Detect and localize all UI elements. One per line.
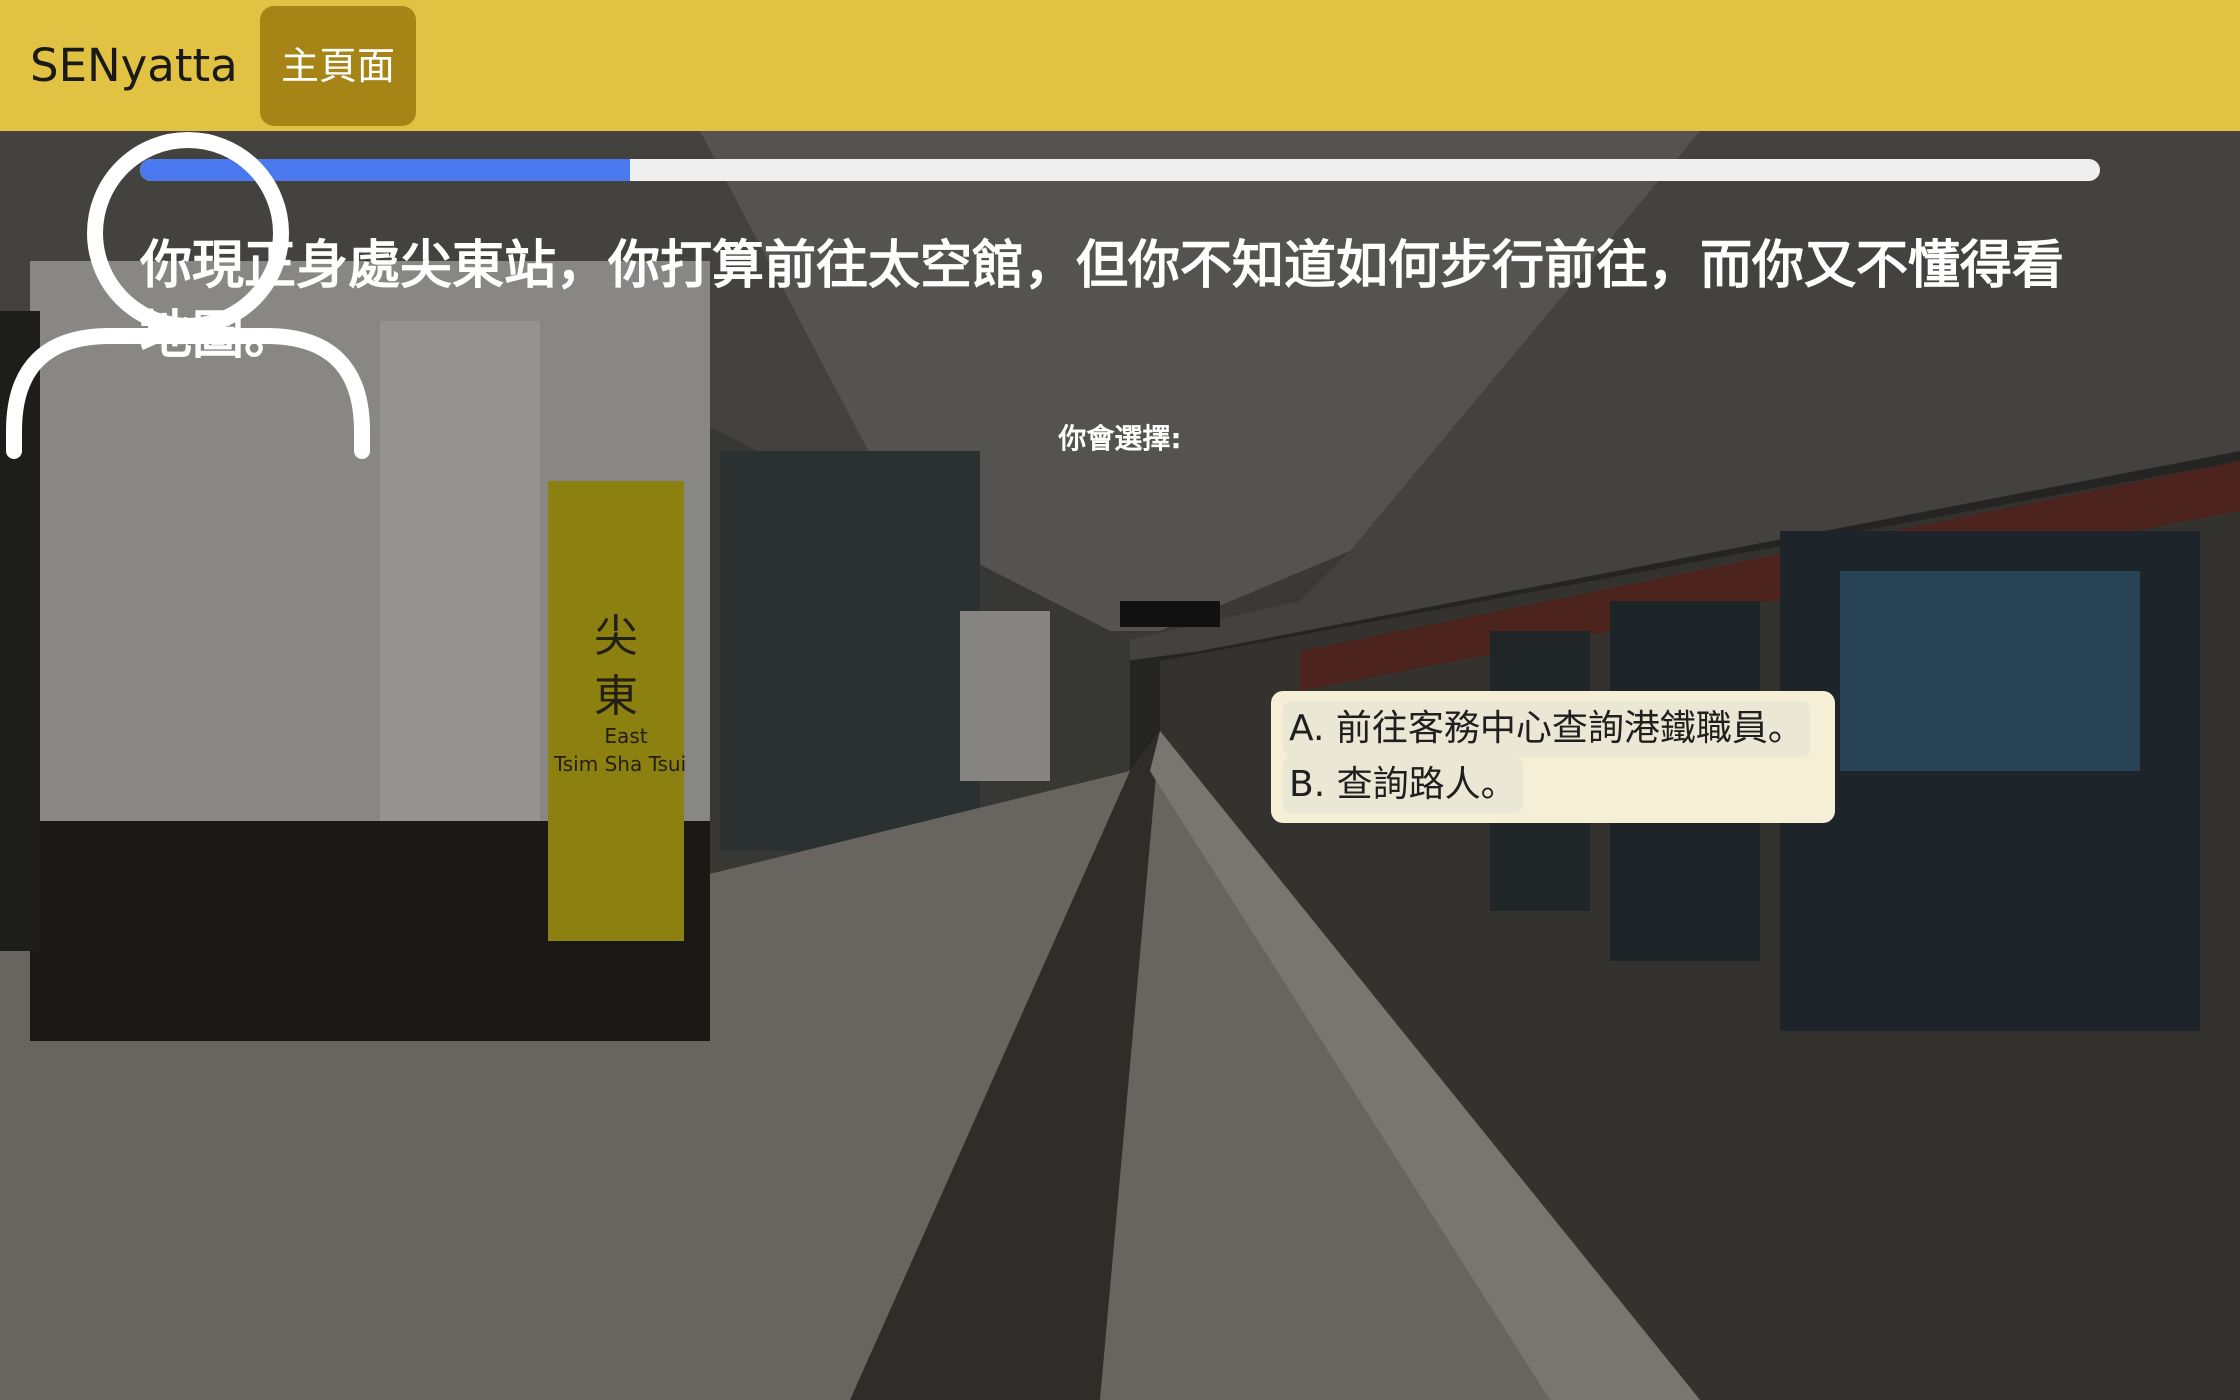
- choices-panel: A. 前往客務中心查詢港鐵職員。 B. 查詢路人。: [1271, 691, 1835, 823]
- brand-logo[interactable]: SENyatta: [30, 0, 238, 131]
- station-scene: 尖 東 East Tsim Sha Tsui 你現正身處尖東站，你打算前往太空館…: [0, 131, 2240, 1400]
- user-avatar-icon: [5, 132, 370, 459]
- home-button[interactable]: 主頁面: [260, 6, 416, 126]
- progress-bar: [140, 159, 2100, 181]
- top-navbar: SENyatta 主頁面: [0, 0, 2240, 131]
- choice-a-button[interactable]: A. 前往客務中心查詢港鐵職員。: [1283, 701, 1810, 757]
- choice-b-button[interactable]: B. 查詢路人。: [1283, 757, 1523, 813]
- question-text: 你現正身處尖東站，你打算前往太空館，但你不知道如何步行前往，而你又不懂得看地圖。: [140, 236, 2065, 366]
